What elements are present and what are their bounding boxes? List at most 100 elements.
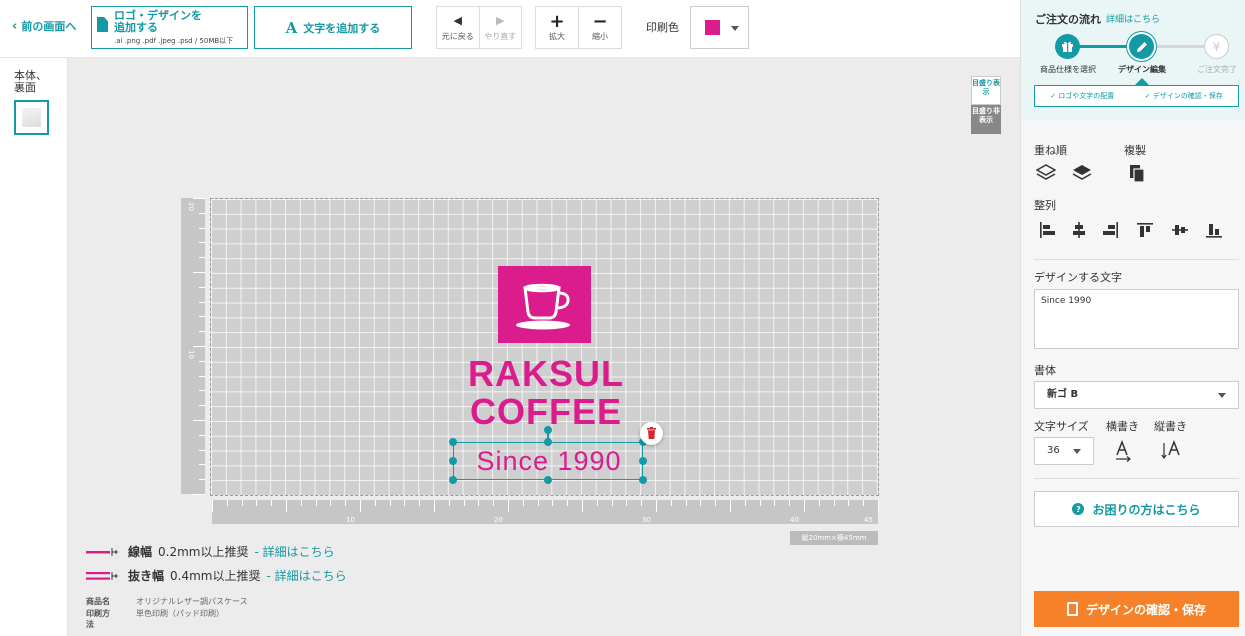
coffee-logo[interactable] — [498, 266, 591, 343]
add-text-button[interactable]: A 文字を追加する — [254, 6, 412, 49]
add-logo-button[interactable]: ロゴ・デザインを 追加する .ai .png .pdf .jpeg .psd /… — [91, 6, 248, 49]
resize-handle-bottom-left[interactable] — [449, 476, 457, 484]
help-button[interactable]: ? お困りの方はこちら — [1034, 491, 1239, 527]
ruler-hide-option[interactable]: 目盛り非表示 — [971, 105, 1001, 134]
caret-down-icon — [731, 26, 739, 31]
confirm-save-label: デザインの確認・保存 — [1085, 602, 1206, 617]
resize-handle-bottom[interactable] — [544, 476, 552, 484]
ruler-toggle[interactable]: 目盛り表示 目盛り非表示 — [971, 76, 1001, 134]
h-ruler-tick — [848, 500, 850, 506]
align-top-button[interactable] — [1135, 220, 1159, 242]
send-backward-button[interactable] — [1072, 163, 1096, 185]
h-ruler-tick — [789, 500, 791, 506]
horizontal-writing-button[interactable] — [1113, 440, 1137, 462]
redo-button[interactable]: ▶ やり直す — [478, 7, 522, 48]
font-select[interactable]: 新ゴ B — [1034, 381, 1239, 409]
line-width-detail-link[interactable]: - 詳細はこちら — [254, 543, 334, 560]
back-link-label: 前の画面へ — [21, 20, 77, 33]
add-logo-formats: .ai .png .pdf .jpeg .psd / 50MB以下 — [114, 37, 234, 45]
duplicate-button[interactable] — [1127, 163, 1151, 185]
text-a-icon: A — [285, 18, 298, 37]
knockout-guide: 抜き幅 0.4mm以上推奨 - 詳細はこちら — [86, 567, 347, 584]
delete-object-button[interactable] — [640, 422, 663, 445]
align-right-button[interactable] — [1100, 220, 1124, 242]
side-thumbnail[interactable] — [14, 100, 49, 135]
h-ruler-tick — [271, 500, 273, 506]
document-search-icon — [1066, 602, 1078, 616]
align-middle-icon — [1172, 225, 1188, 235]
knockout-desc: 0.4mm以上推奨 — [170, 569, 261, 583]
add-text-label: 文字を追加する — [303, 21, 381, 35]
knockout-detail-link[interactable]: - 詳細はこちら — [266, 567, 346, 584]
h-ruler-tick — [389, 500, 391, 506]
h-ruler-tick — [641, 500, 643, 506]
vertical-writing-button[interactable] — [1161, 440, 1185, 462]
help-button-label: お困りの方はこちら — [1092, 502, 1201, 517]
resize-handle-bottom-right[interactable] — [639, 476, 647, 484]
h-ruler-tick — [256, 500, 258, 506]
h-ruler-label: 40 — [790, 516, 799, 524]
flow-step-complete: ¥ — [1204, 34, 1229, 59]
h-ruler-tick — [241, 500, 243, 506]
flow-step-spec[interactable] — [1055, 34, 1080, 59]
selected-text-object[interactable]: Since 1990 — [449, 438, 647, 484]
editor-panel: ご注文の流れ 詳細はこちら ¥ 商品仕様を選択 デザイン編集 ご注文完了 ✓ ロ… — [1020, 0, 1245, 636]
align-middle-button[interactable] — [1170, 220, 1194, 242]
h-ruler-tick — [345, 500, 347, 506]
resize-handle-left[interactable] — [449, 457, 457, 465]
trash-icon — [647, 427, 656, 439]
zoom-group: + 拡大 − 縮小 — [535, 6, 622, 49]
v-ruler-tick — [199, 375, 205, 377]
brand-text-line-1[interactable]: RAKSUL — [452, 356, 640, 392]
align-left-button[interactable] — [1038, 220, 1062, 242]
undo-button[interactable]: ◀ 元に戻る — [437, 7, 479, 48]
ruler-show-option[interactable]: 目盛り表示 — [971, 76, 1001, 105]
resize-handle-top-left[interactable] — [449, 438, 457, 446]
design-text-input[interactable]: Since 1990 — [1034, 289, 1239, 349]
align-bottom-button[interactable] — [1204, 220, 1228, 242]
confirm-save-button[interactable]: デザインの確認・保存 — [1034, 591, 1239, 627]
vertical-text-icon — [1161, 440, 1180, 460]
design-canvas[interactable]: 目盛り表示 目盛り非表示 20 10 10 20 30 40 45 縦20mm×… — [68, 58, 1020, 636]
undo-icon: ◀ — [453, 13, 462, 27]
print-color-select[interactable] — [690, 6, 749, 49]
design-substeps: ✓ ロゴや文字の配置 ✓ デザインの確認・保存 — [1034, 85, 1239, 107]
bring-forward-button[interactable] — [1036, 163, 1060, 185]
flow-step-design — [1129, 34, 1154, 59]
zoom-out-button[interactable]: − 縮小 — [578, 7, 621, 48]
vertical-ruler: 20 10 — [181, 198, 205, 495]
brand-text-line-2[interactable]: COFFEE — [452, 394, 640, 430]
back-link[interactable]: ‹ 前の画面へ — [12, 18, 76, 34]
print-method-value: 単色印刷（パッド印刷） — [136, 609, 224, 618]
product-name-row: 商品名 オリジナルレザー調パスケース — [86, 596, 248, 607]
resize-handle-top[interactable] — [544, 438, 552, 446]
print-color-label: 印刷色 — [646, 21, 679, 34]
align-center-button[interactable] — [1069, 220, 1093, 242]
minus-icon: − — [592, 11, 608, 32]
caret-down-icon — [1073, 449, 1081, 454]
v-ruler-tick — [199, 390, 205, 392]
h-ruler-tick — [448, 500, 450, 506]
rotate-handle[interactable] — [544, 426, 552, 434]
order-flow-detail-link[interactable]: 詳細はこちら — [1106, 12, 1160, 25]
undo-redo-group: ◀ 元に戻る ▶ やり直す — [436, 6, 522, 49]
h-ruler-tick — [774, 500, 776, 506]
h-ruler-tick — [582, 500, 583, 512]
v-ruler-tick — [193, 420, 205, 421]
knockout-legend-icon — [86, 571, 118, 580]
v-ruler-tick — [199, 449, 205, 451]
yen-icon: ¥ — [1212, 39, 1221, 54]
h-ruler-tick — [315, 500, 317, 506]
h-ruler-tick — [670, 500, 672, 506]
undo-label: 元に戻る — [441, 31, 474, 41]
order-flow-title: ご注文の流れ — [1035, 13, 1101, 26]
zoom-in-button[interactable]: + 拡大 — [536, 7, 578, 48]
h-ruler-tick — [330, 500, 332, 506]
h-ruler-tick — [730, 500, 731, 512]
v-ruler-tick — [199, 257, 205, 259]
color-swatch — [705, 20, 720, 35]
text-size-select[interactable]: 36 — [1034, 437, 1094, 465]
resize-handle-right[interactable] — [639, 457, 647, 465]
h-ruler-tick — [434, 500, 435, 512]
h-ruler-tick — [759, 500, 761, 506]
